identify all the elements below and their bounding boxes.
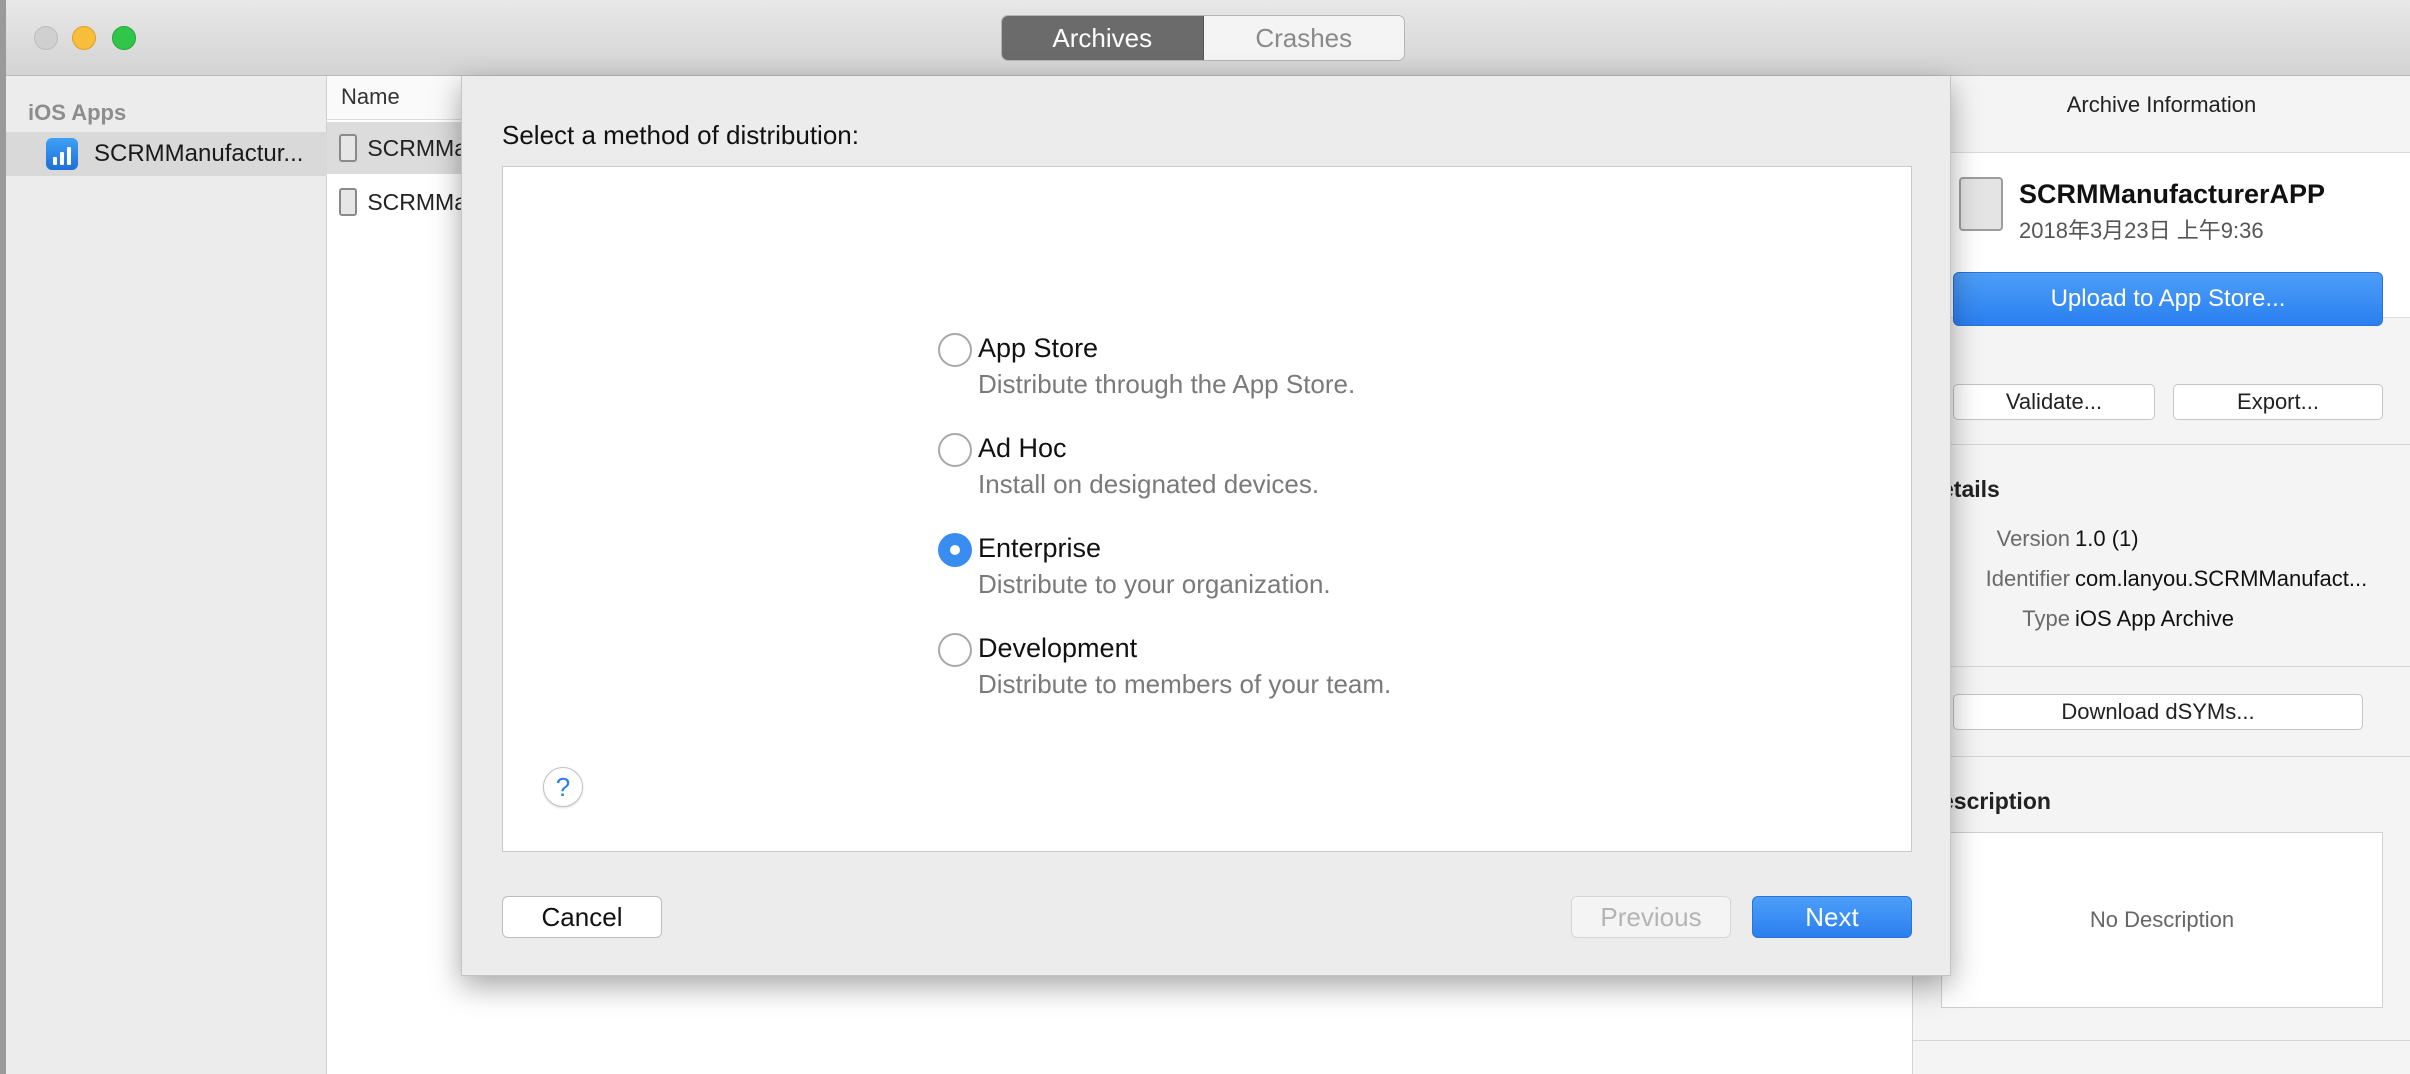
detail-key-type: Type <box>2022 606 2070 631</box>
radio-development[interactable] <box>938 633 972 667</box>
tab-crashes[interactable]: Crashes <box>1203 16 1404 60</box>
list-item-label: SCRMMa <box>367 188 467 215</box>
minimize-window-button[interactable] <box>72 26 96 50</box>
divider <box>1913 756 2410 757</box>
maximize-window-button[interactable] <box>112 26 136 50</box>
sidebar-section-header: iOS Apps <box>28 100 127 125</box>
detail-key-version: Version <box>1996 526 2070 551</box>
titlebar: Archives Crashes <box>6 0 2410 76</box>
detail-value-identifier: com.lanyou.SCRMManufact... <box>2075 566 2368 591</box>
radio-app-store[interactable] <box>938 333 972 367</box>
description-field[interactable]: No Description <box>1941 832 2383 1008</box>
help-button[interactable]: ? <box>543 767 583 807</box>
option-title: Ad Hoc <box>978 433 1067 463</box>
distribution-options-panel: App Store Distribute through the App Sto… <box>502 166 1912 852</box>
list-item-label: SCRMMa <box>367 134 467 161</box>
tab-archives[interactable]: Archives <box>1002 16 1204 60</box>
archive-icon <box>339 188 358 216</box>
sheet-title: Select a method of distribution: <box>502 120 859 150</box>
list-item[interactable]: SCRMMa <box>327 122 467 174</box>
divider <box>1913 666 2410 667</box>
detail-value-version: 1.0 (1) <box>2075 526 2139 551</box>
option-description: Install on designated devices. <box>978 469 1320 499</box>
sidebar: iOS Apps SCRMManufactur... <box>6 76 327 1074</box>
archive-date: 2018年3月23日 上午9:36 <box>2019 218 2264 243</box>
close-window-button[interactable] <box>34 26 58 50</box>
download-dsyms-button[interactable]: Download dSYMs... <box>1953 694 2363 730</box>
upload-to-app-store-button[interactable]: Upload to App Store... <box>1953 272 2383 326</box>
organizer-window: Archives Crashes iOS Apps SCRMManufactur… <box>6 0 2410 1074</box>
validate-button[interactable]: Validate... <box>1953 384 2155 420</box>
organizer-tab-control: Archives Crashes <box>1001 15 1405 61</box>
sidebar-item-app[interactable]: SCRMManufactur... <box>6 132 327 176</box>
divider <box>1913 444 2410 445</box>
archive-icon <box>339 134 358 162</box>
archive-inspector: Archive Information SCRMManufacturerAPP … <box>1912 76 2410 1074</box>
option-title: Development <box>978 633 1138 663</box>
description-heading: escription <box>1941 788 2051 814</box>
sidebar-item-label: SCRMManufactur... <box>94 140 304 167</box>
divider <box>1913 1040 2410 1041</box>
option-description: Distribute to your organization. <box>978 569 1331 599</box>
list-item[interactable]: SCRMMa <box>327 176 467 228</box>
export-button[interactable]: Export... <box>2173 384 2383 420</box>
option-description: Distribute through the App Store. <box>978 369 1356 399</box>
radio-enterprise[interactable] <box>938 533 972 567</box>
detail-value-type: iOS App Archive <box>2075 606 2234 631</box>
radio-ad-hoc[interactable] <box>938 433 972 467</box>
distribution-method-sheet: Select a method of distribution: App Sto… <box>461 76 1951 976</box>
column-header-name[interactable]: Name <box>341 84 400 110</box>
previous-button[interactable]: Previous <box>1571 896 1731 938</box>
option-description: Distribute to members of your team. <box>978 669 1392 699</box>
archive-icon <box>1959 177 2003 231</box>
chart-app-icon <box>46 138 78 170</box>
archive-name: SCRMManufacturerAPP <box>2019 179 2326 209</box>
cancel-button[interactable]: Cancel <box>502 896 662 938</box>
description-placeholder: No Description <box>2089 907 2235 932</box>
option-title: App Store <box>978 333 1099 363</box>
detail-key-identifier: Identifier <box>1985 566 2070 591</box>
inspector-title: Archive Information <box>2066 92 2257 117</box>
next-button[interactable]: Next <box>1752 896 1912 938</box>
option-title: Enterprise <box>978 533 1102 563</box>
